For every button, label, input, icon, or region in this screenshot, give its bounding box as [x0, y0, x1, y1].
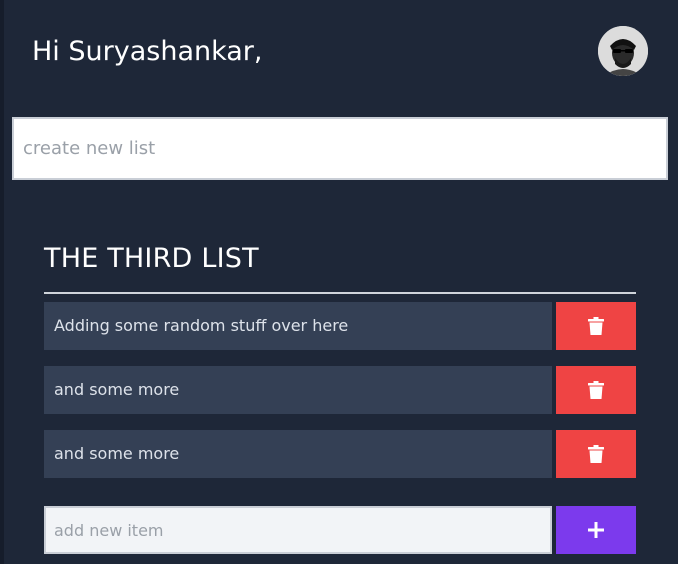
delete-item-button[interactable]	[556, 430, 636, 478]
list-item-text[interactable]: and some more	[44, 430, 552, 478]
trash-icon	[588, 445, 604, 463]
list-item-text[interactable]: and some more	[44, 366, 552, 414]
list-item: and some more	[44, 366, 636, 414]
list-item-text[interactable]: Adding some random stuff over here	[44, 302, 552, 350]
title-divider	[44, 292, 636, 294]
plus-icon	[588, 522, 604, 538]
list-item: Adding some random stuff over here	[44, 302, 636, 350]
trash-icon	[588, 317, 604, 335]
greeting-heading: Hi Suryashankar,	[32, 36, 263, 67]
app-container: Hi Suryashankar, THE THIRD LIST Adding s…	[0, 0, 678, 564]
delete-item-button[interactable]	[556, 302, 636, 350]
user-avatar-icon	[598, 26, 648, 76]
list-item: and some more	[44, 430, 636, 478]
add-item-input[interactable]	[44, 506, 552, 554]
user-avatar[interactable]	[598, 26, 648, 76]
trash-icon	[588, 381, 604, 399]
list-title: THE THIRD LIST	[44, 243, 259, 274]
add-item-button[interactable]	[556, 506, 636, 554]
delete-item-button[interactable]	[556, 366, 636, 414]
create-list-input[interactable]	[12, 117, 668, 180]
